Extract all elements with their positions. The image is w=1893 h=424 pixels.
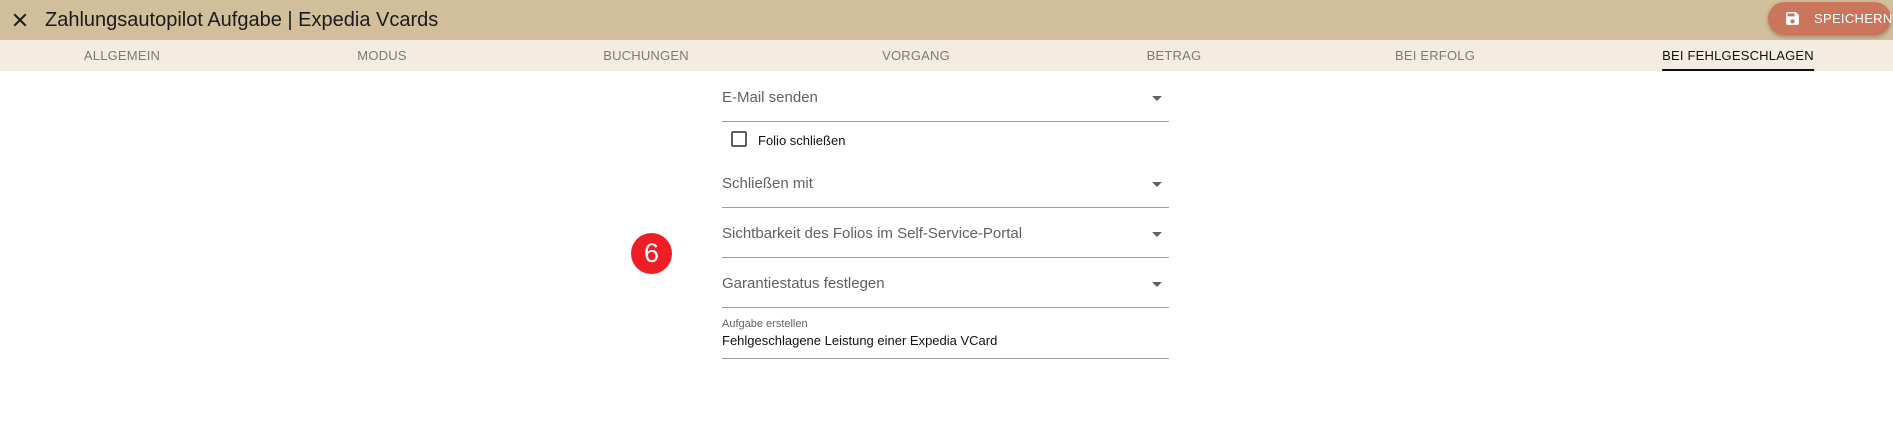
tab-bei-erfolg[interactable]: BEI ERFOLG xyxy=(1395,40,1475,71)
tab-bei-fehlgeschlagen-label: BEI FEHLGESCHLAGEN xyxy=(1662,48,1814,63)
folio-visibility-select-label: Sichtbarkeit des Folios im Self-Service-… xyxy=(722,225,1023,242)
guarantee-status-select-label: Garantiestatus festlegen xyxy=(722,275,885,292)
app-header: Zahlungsautopilot Aufgabe | Expedia Vcar… xyxy=(0,0,1893,40)
email-send-select-label: E-Mail senden xyxy=(722,89,818,106)
save-button[interactable]: SPEICHERN xyxy=(1768,2,1893,35)
tab-buchungen[interactable]: BUCHUNGEN xyxy=(603,40,689,71)
chevron-down-icon xyxy=(1152,232,1162,237)
chevron-down-icon xyxy=(1152,182,1162,187)
chevron-down-icon xyxy=(1152,282,1162,287)
guarantee-status-select[interactable]: Garantiestatus festlegen xyxy=(722,270,1169,308)
tab-vorgang[interactable]: VORGANG xyxy=(882,40,950,71)
close-with-select[interactable]: Schließen mit xyxy=(722,170,1169,208)
checkbox-icon[interactable] xyxy=(731,131,747,147)
chevron-down-icon xyxy=(1152,96,1162,101)
create-task-value: Fehlgeschlagene Leistung einer Expedia V… xyxy=(722,333,998,348)
close-folio-label: Folio schließen xyxy=(758,133,846,148)
folio-visibility-select[interactable]: Sichtbarkeit des Folios im Self-Service-… xyxy=(722,220,1169,258)
close-button[interactable] xyxy=(6,6,34,34)
create-task-field[interactable]: Aufgabe erstellen Fehlgeschlagene Leistu… xyxy=(722,315,1169,359)
tab-allgemein[interactable]: ALLGEMEIN xyxy=(84,40,160,71)
save-button-label: SPEICHERN xyxy=(1814,11,1893,26)
tab-betrag[interactable]: BETRAG xyxy=(1147,40,1202,71)
save-icon xyxy=(1786,12,1799,25)
active-tab-indicator xyxy=(1662,69,1814,71)
tab-modus[interactable]: MODUS xyxy=(357,40,406,71)
tab-bar: ALLGEMEIN MODUS BUCHUNGEN VORGANG BETRAG… xyxy=(0,40,1893,71)
tab-bei-fehlgeschlagen[interactable]: BEI FEHLGESCHLAGEN xyxy=(1662,40,1814,71)
email-send-select[interactable]: E-Mail senden xyxy=(722,83,1169,122)
step-number-badge: 6 xyxy=(631,233,672,274)
close-with-select-label: Schließen mit xyxy=(722,175,813,192)
create-task-label: Aufgabe erstellen xyxy=(722,318,808,330)
page-title: Zahlungsautopilot Aufgabe | Expedia Vcar… xyxy=(45,9,439,31)
close-icon xyxy=(13,13,27,27)
